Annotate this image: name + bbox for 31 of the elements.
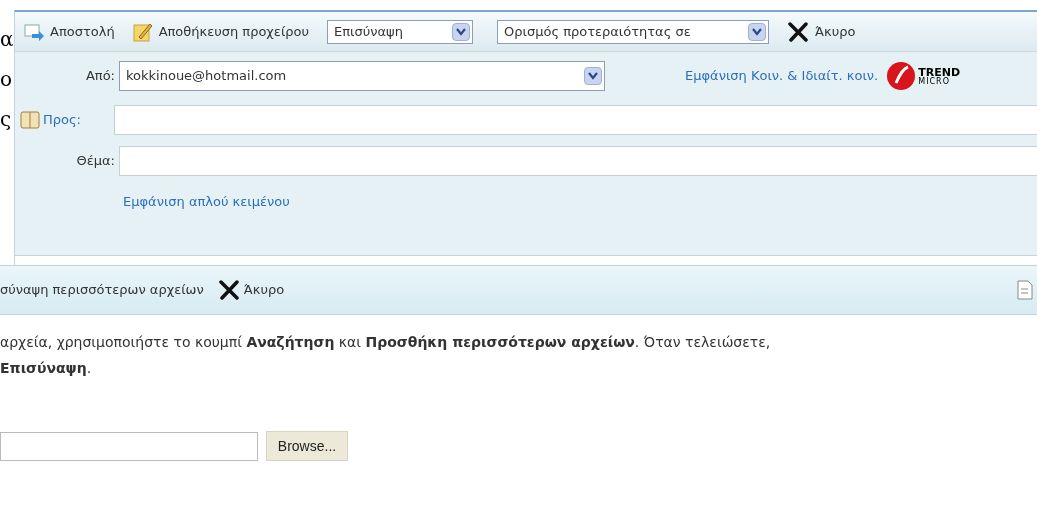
attach-dropdown[interactable]: Επισύναψη [327, 19, 474, 44]
from-label: Από: [84, 67, 115, 86]
subject-field[interactable] [119, 146, 1037, 176]
mail-arrow-icon [24, 22, 44, 41]
save-draft-button[interactable]: Αποθήκευση προχείρου [128, 21, 314, 42]
plain-text-link[interactable]: Εμφάνιση απλού κειμένου [123, 192, 290, 212]
file-path-field[interactable] [0, 431, 258, 461]
cancel-button[interactable]: Άκυρο [217, 280, 285, 300]
chevron-down-icon [584, 67, 602, 85]
to-field[interactable] [114, 105, 1037, 135]
address-book-icon [20, 111, 40, 129]
from-dropdown[interactable]: kokkinoue@hotmail.com [119, 61, 605, 91]
cut-text: α [0, 28, 14, 50]
pencil-note-icon [132, 21, 153, 42]
chevron-down-icon [748, 22, 767, 41]
browse-button[interactable]: Browse... [266, 431, 348, 461]
priority-dropdown[interactable]: Ορισμός προτεραιότητας σε [497, 19, 770, 44]
close-icon [217, 280, 240, 300]
trend-micro-logo: TREND MICRO [886, 61, 961, 91]
show-cc-link[interactable]: Εμφάνιση Κοιν. & Ιδιαίτ. κοιν. [685, 66, 879, 86]
add-more-files-button[interactable]: σύναψη περισσότερων αρχείων [0, 280, 204, 300]
document-icon [1017, 280, 1033, 300]
cut-text: ς [0, 108, 12, 130]
cut-text: ο [0, 68, 13, 90]
chevron-down-icon [452, 22, 471, 41]
close-icon [787, 21, 810, 42]
send-button[interactable]: Αποστολή [20, 21, 119, 42]
cancel-button[interactable]: Άκυρο [787, 21, 856, 42]
to-link[interactable]: Προς: [43, 110, 114, 130]
subject-label: Θέμα: [75, 152, 115, 171]
instructions-text: αρχεία, χρησιμοποιήστε το κουμπί Αναζήτηση και Προσθήκη περισσότερων αρχείων. Όταν τελειώσετε, Επισύναψη. [0, 333, 772, 378]
